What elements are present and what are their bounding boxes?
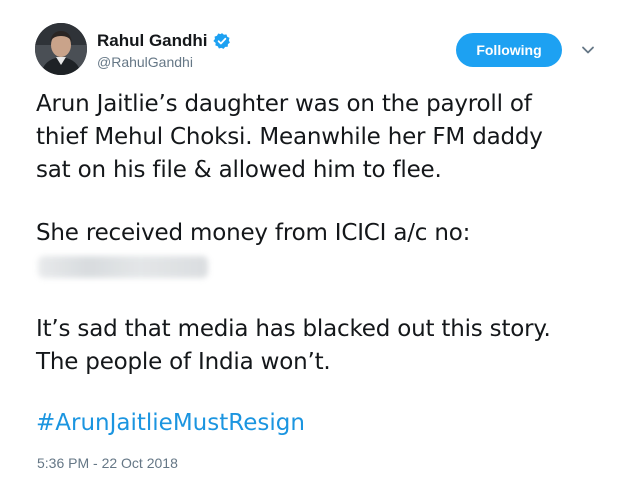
tweet-line: Arun Jaitlie’s daughter was on the payro… <box>36 91 532 117</box>
following-button[interactable]: Following <box>456 33 562 67</box>
verified-badge-icon <box>212 32 231 50</box>
author-display-name[interactable]: Rahul Gandhi <box>97 31 208 51</box>
tweet-paragraph-2: She received money from ICICI a/c no: <box>36 217 470 250</box>
tweet-timestamp[interactable]: 5:36 PM - 22 Oct 2018 <box>37 455 178 471</box>
tweet-line: It’s sad that media has blacked out this… <box>36 316 551 342</box>
avatar[interactable] <box>35 23 87 75</box>
tweet-card: Rahul Gandhi @RahulGandhi Following Arun… <box>0 0 635 481</box>
tweet-line: The people of India won’t. <box>36 349 331 375</box>
hashtag-link[interactable]: #ArunJaitlieMustResign <box>36 407 305 440</box>
chevron-down-icon[interactable] <box>580 42 596 58</box>
tweet-line: She received money from ICICI a/c no: <box>36 220 471 246</box>
tweet-line: thief Mehul Choksi. Meanwhile her FM dad… <box>36 124 543 150</box>
tweet-paragraph-3: It’s sad that media has blacked out this… <box>36 313 551 379</box>
tweet-line: sat on his file & allowed him to flee. <box>36 157 442 183</box>
redacted-account-number <box>38 256 208 278</box>
author-handle[interactable]: @RahulGandhi <box>97 54 193 70</box>
author-name-row: Rahul Gandhi <box>97 30 231 52</box>
tweet-paragraph-1: Arun Jaitlie’s daughter was on the payro… <box>36 88 543 187</box>
